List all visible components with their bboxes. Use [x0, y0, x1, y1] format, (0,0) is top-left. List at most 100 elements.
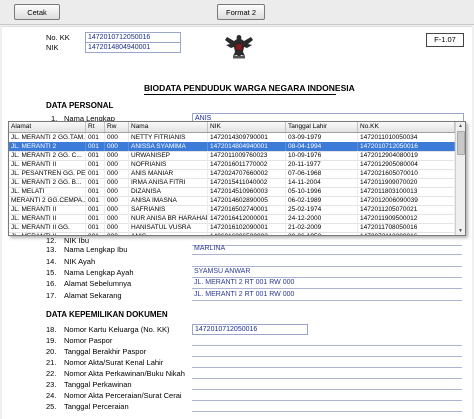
- format-2-button[interactable]: Format 2: [217, 4, 265, 20]
- grid-scrollbar[interactable]: ▲ ▼: [455, 122, 465, 235]
- grid-cell: NOFRIANIS: [129, 160, 208, 169]
- scroll-up-icon[interactable]: ▲: [456, 122, 465, 130]
- dokumen-row-label: Tanggal Berakhir Paspor: [64, 347, 147, 356]
- personal-row-label: NIK Ibu: [64, 236, 90, 245]
- dokumen-row-label: Nomor Akta Perkawinan/Buku Nikah: [64, 369, 185, 378]
- personal-row-field[interactable]: MARLINA: [192, 244, 462, 255]
- grid-cell: 000: [105, 196, 129, 205]
- grid-cell: JL. MERANTI 2 GG. C...: [9, 151, 86, 160]
- personal-row-number: 12.: [46, 236, 57, 245]
- dokumen-row-field[interactable]: 1472010712050016: [192, 324, 308, 335]
- grid-cell: JL. MERANTI II: [9, 214, 86, 223]
- grid-cell: 000: [105, 133, 129, 142]
- kepemilikan-section-heading: DATA KEPEMILIKAN DOKUMEN: [46, 310, 168, 319]
- dokumen-row-label: Tanggal Perkawinan: [64, 380, 132, 389]
- dokumen-row-label: Nomor Kartu Keluarga (No. KK): [64, 325, 170, 334]
- form-number-box: F-1.07: [426, 33, 464, 47]
- grid-cell: 000: [105, 142, 129, 151]
- grid-cell: JL. MERANTI II: [9, 160, 86, 169]
- personal-row-field[interactable]: SYAMSU ANWAR: [192, 267, 462, 278]
- grid-cell: 001: [86, 160, 105, 169]
- grid-cell: 06-02-1989: [286, 196, 358, 205]
- grid-cell: 1472011205070021: [358, 205, 455, 214]
- dokumen-row-field[interactable]: [192, 357, 462, 368]
- dokumen-row-field[interactable]: [192, 401, 462, 412]
- grid-cell: 000: [105, 169, 129, 178]
- personal-row-field[interactable]: [192, 256, 462, 267]
- grid-cell: 1472012006090039: [358, 196, 455, 205]
- grid-column-header[interactable]: Nama: [129, 122, 208, 132]
- grid-cell: 1472010712050016: [358, 142, 455, 151]
- dokumen-row-field[interactable]: [192, 368, 462, 379]
- nik-label: NIK: [46, 43, 59, 52]
- grid-header: Alamat Rt Rw Nama NIK Tanggal Lahir No.KK: [9, 122, 455, 133]
- title-underline: [144, 94, 336, 95]
- grid-cell: 000: [105, 205, 129, 214]
- dokumen-row-field[interactable]: [192, 379, 462, 390]
- grid-column-header[interactable]: Rw: [105, 122, 129, 132]
- grid-cell: 1472014309790001: [208, 133, 286, 142]
- grid-cell: 001: [86, 133, 105, 142]
- grid-column-header[interactable]: NIK: [208, 122, 286, 132]
- grid-cell: 000: [105, 151, 129, 160]
- grid-cell: JL. PESANTREN GG. PE...: [11, 169, 86, 178]
- grid-cell: 1472012904080019: [358, 151, 455, 160]
- grid-cell: 001: [86, 214, 105, 223]
- grid-cell: JL. MERANTI II: [9, 232, 86, 235]
- dokumen-row-field[interactable]: [192, 346, 462, 357]
- grid-cell: 1472011708050016: [358, 223, 455, 232]
- dokumen-row-field[interactable]: [192, 335, 462, 346]
- grid-cell: 10-09-1976: [286, 151, 358, 160]
- dokumen-row-label: Nomor Paspor: [64, 336, 113, 345]
- grid-cell: 1472014804940001: [208, 142, 286, 151]
- grid-cell: 25-02-1974: [286, 205, 358, 214]
- personal-row-label: Alamat Sebelumnya: [64, 279, 132, 288]
- grid-cell: JL. MERANTI II: [9, 205, 86, 214]
- grid-cell: HANISATUL VUSRA: [129, 223, 208, 232]
- grid-row[interactable]: JL. MERANTI II001000ANIS1406016006500003…: [9, 232, 455, 235]
- grid-cell: 1472021605070010: [358, 169, 455, 178]
- grid-cell: MERANTI 2 GG.CEMPA...: [11, 196, 86, 205]
- dokumen-row-field[interactable]: [192, 390, 462, 401]
- grid-cell: 1472072112200016: [358, 232, 455, 235]
- grid-cell: 1472014602890005: [208, 196, 286, 205]
- nik-field[interactable]: 1472014804940001: [85, 42, 181, 53]
- grid-cell: 20-06-1950: [286, 232, 358, 235]
- grid-column-header[interactable]: Rt: [86, 122, 105, 132]
- dokumen-row-label: Tanggal Perceraian: [64, 402, 129, 411]
- grid-cell: 1472011909500012: [358, 214, 455, 223]
- personal-row-number: 13.: [46, 245, 57, 254]
- grid-column-header[interactable]: Alamat: [9, 122, 86, 132]
- personal-row-number: 16.: [46, 279, 57, 288]
- dokumen-row-number: 22.: [46, 369, 57, 378]
- grid-cell: 14-11-2004: [286, 178, 358, 187]
- scroll-thumb[interactable]: [457, 131, 465, 155]
- grid-cell: 1472011803100013: [358, 187, 455, 196]
- grid-cell: 000: [105, 214, 129, 223]
- personal-row-number: 14.: [46, 257, 57, 266]
- grid-cell: 001: [86, 232, 105, 235]
- grid-column-header[interactable]: No.KK: [358, 122, 455, 132]
- grid-cell: 1472024707660002: [208, 169, 286, 178]
- personal-row-field[interactable]: JL. MERANTI 2 RT 001 RW 000: [192, 290, 462, 301]
- grid-cell: 1472011909070020: [358, 178, 455, 187]
- grid-cell: 24-12-2000: [286, 214, 358, 223]
- grid-cell: ANIS: [129, 232, 208, 235]
- personal-row-number: 15.: [46, 268, 57, 277]
- personal-row-field[interactable]: JL. MERANTI 2 RT 001 RW 000: [192, 278, 462, 289]
- grid-cell: DIZANISA: [129, 187, 208, 196]
- grid-cell: JL. MERANTI 2: [9, 142, 86, 151]
- resident-lookup-grid[interactable]: Alamat Rt Rw Nama NIK Tanggal Lahir No.KK JL. …: [8, 121, 466, 236]
- print-button[interactable]: Cetak: [14, 4, 60, 20]
- grid-column-header[interactable]: Tanggal Lahir: [286, 122, 358, 132]
- scroll-down-icon[interactable]: ▼: [456, 227, 465, 235]
- form-title: BIODATA PENDUDUK WARGA NEGARA INDONESIA: [144, 83, 355, 93]
- no-kk-label: No. KK: [46, 33, 70, 42]
- grid-cell: 1472014510960003: [208, 187, 286, 196]
- dokumen-row-label: Nomor Akta/Surat Kenal Lahir: [64, 358, 164, 367]
- grid-cell: 1472012905080004: [358, 160, 455, 169]
- grid-cell: 000: [105, 160, 129, 169]
- dokumen-row-number: 19.: [46, 336, 57, 345]
- personal-row-number: 17.: [46, 291, 57, 300]
- grid-cell: 001: [86, 178, 105, 187]
